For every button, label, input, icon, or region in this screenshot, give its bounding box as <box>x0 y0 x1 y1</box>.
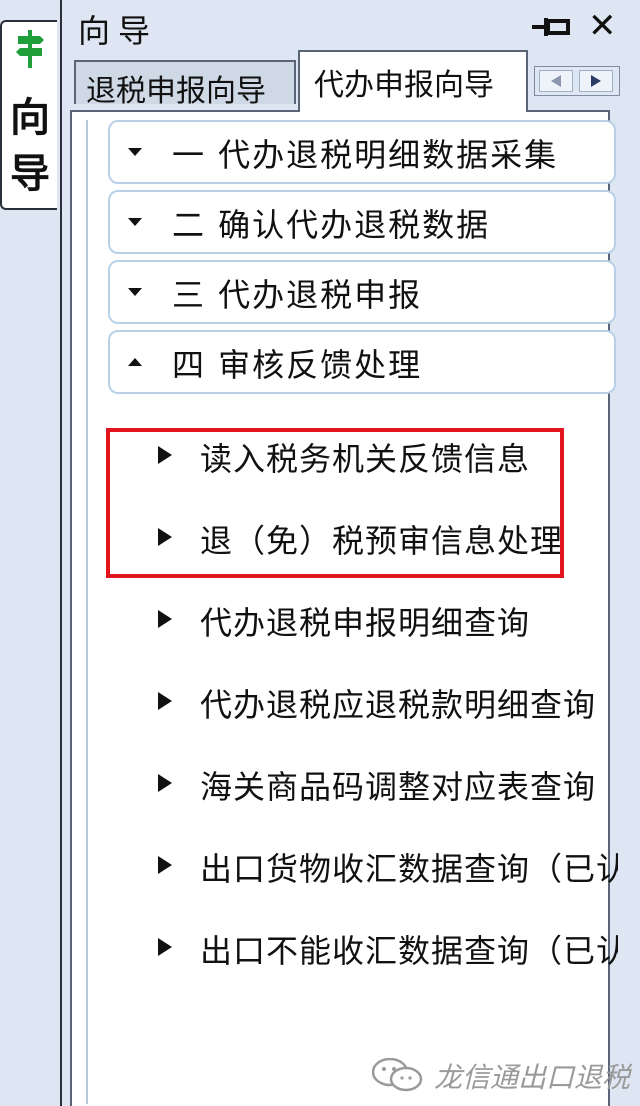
chevron-down-icon <box>128 148 142 156</box>
guide-list: 一 代办退税明细数据采集 二 确认代办退税数据 三 代办退税申报 四 审核反馈处… <box>86 120 618 1104</box>
item-read-tax-feedback[interactable]: 读入税务机关反馈信息 <box>158 432 618 482</box>
watermark: 龙信通出口退税 <box>372 1054 632 1094</box>
section-label: 三 代办退税申报 <box>172 276 423 314</box>
pin-icon[interactable] <box>532 16 572 38</box>
tab-label: 代办申报向导 <box>314 68 494 103</box>
triangle-right-icon <box>158 774 172 792</box>
item-label: 出口不能收汇数据查询（已认 <box>200 932 618 970</box>
triangle-right-icon <box>158 856 172 874</box>
section-data-collection[interactable]: 一 代办退税明细数据采集 <box>108 120 616 184</box>
guide-panel: 向导 ✕ 退税申报向导 代办申报向导 一 代办退税明细数据采集 二 确认代办退税… <box>60 0 640 1106</box>
item-label: 代办退税应退税款明细查询 <box>200 686 597 724</box>
triangle-right-icon <box>158 692 172 710</box>
panel-title: 向导 <box>78 12 159 50</box>
item-refund-amount-query[interactable]: 代办退税应退税款明细查询 <box>158 678 618 728</box>
triangle-right-icon <box>158 446 172 464</box>
signpost-icon <box>16 30 44 68</box>
guide-content: 一 代办退税明细数据采集 二 确认代办退税数据 三 代办退税申报 四 审核反馈处… <box>70 110 618 1106</box>
item-label: 海关商品码调整对应表查询 <box>200 768 597 806</box>
side-tab-guide[interactable]: 向导 <box>0 20 57 210</box>
chevron-up-icon <box>128 358 142 366</box>
item-label: 读入税务机关反馈信息 <box>200 440 531 478</box>
arrow-left-icon <box>551 75 561 87</box>
item-export-receipt-query[interactable]: 出口货物收汇数据查询（已认 <box>158 842 618 892</box>
chevron-down-icon <box>128 218 142 226</box>
close-icon[interactable]: ✕ <box>588 6 617 46</box>
item-declaration-detail-query[interactable]: 代办退税申报明细查询 <box>158 596 618 646</box>
scroll-left-button[interactable] <box>539 70 573 92</box>
tab-refund-guide[interactable]: 退税申报向导 <box>74 60 296 109</box>
item-prereview-processing[interactable]: 退（免）税预审信息处理 <box>158 514 618 564</box>
wechat-icon <box>372 1058 423 1092</box>
item-customs-code-query[interactable]: 海关商品码调整对应表查询 <box>158 760 618 810</box>
tab-scroller <box>534 66 620 96</box>
tab-label: 退税申报向导 <box>86 74 266 109</box>
tab-agent-guide[interactable]: 代办申报向导 <box>298 50 528 112</box>
section-label: 一 代办退税明细数据采集 <box>172 136 559 174</box>
watermark-text: 龙信通出口退税 <box>434 1061 631 1094</box>
triangle-right-icon <box>158 528 172 546</box>
panel-header: 向导 ✕ <box>62 0 640 50</box>
chevron-down-icon <box>128 288 142 296</box>
section-label: 二 确认代办退税数据 <box>172 206 491 244</box>
section-audit-feedback[interactable]: 四 审核反馈处理 <box>108 330 616 394</box>
section-confirm-data[interactable]: 二 确认代办退税数据 <box>108 190 616 254</box>
scroll-right-button[interactable] <box>579 70 613 92</box>
item-label: 出口货物收汇数据查询（已认 <box>200 850 618 888</box>
triangle-right-icon <box>158 938 172 956</box>
side-tab-label: 向导 <box>10 95 50 197</box>
arrow-right-icon <box>591 75 601 87</box>
section-label: 四 审核反馈处理 <box>172 346 423 384</box>
item-export-nonreceipt-query[interactable]: 出口不能收汇数据查询（已认 <box>158 924 618 974</box>
item-label: 代办退税申报明细查询 <box>200 604 531 642</box>
triangle-right-icon <box>158 610 172 628</box>
section-declaration[interactable]: 三 代办退税申报 <box>108 260 616 324</box>
item-label: 退（免）税预审信息处理 <box>200 522 564 560</box>
